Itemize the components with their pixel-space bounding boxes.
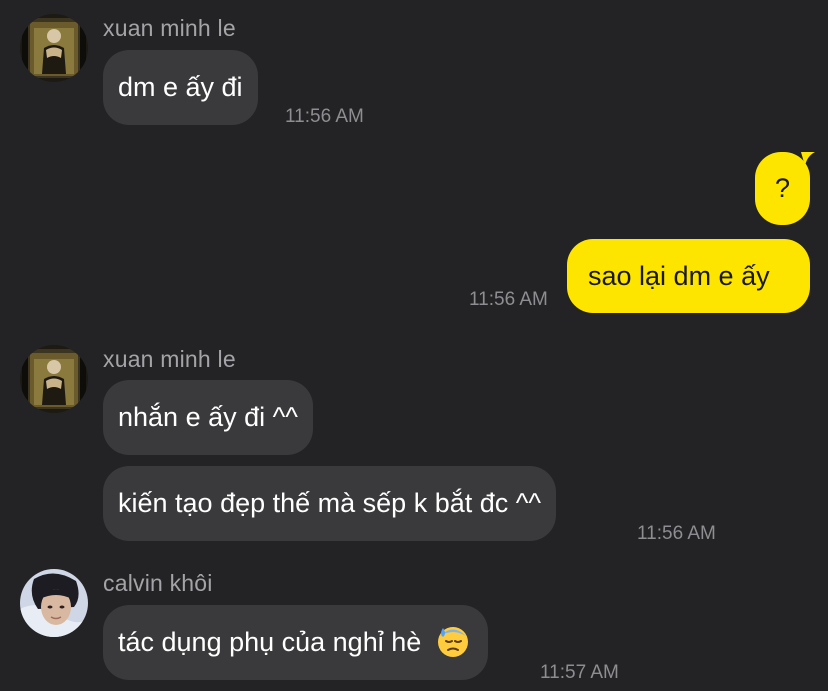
message-bubble[interactable]: tác dụng phụ của nghỉ hè [103,605,488,680]
downcast-face-with-sweat-emoji-icon [437,626,468,657]
user-photo-icon [20,569,88,637]
message-text: dm e ấy đi [118,72,243,102]
message-bubble[interactable]: nhắn e ấy đi ^^ [103,380,313,455]
message-text: sao lại dm e ấy [588,261,770,291]
avatar-xuan-minh-le[interactable] [20,14,88,82]
message-text: kiến tạo đẹp thế mà sếp k bắt đc ^^ [118,488,542,518]
message-text: ? [774,173,791,203]
user-photo-icon [20,345,88,413]
message-text: tác dụng phụ của nghỉ hè [118,627,422,657]
avatar-xuan-minh-le[interactable] [20,345,88,413]
avatar-calvin-khoi[interactable] [20,569,88,637]
message-bubble-outgoing[interactable]: ? [755,152,815,225]
bubble-tail-icon [801,152,815,166]
sender-name: calvin khôi [103,570,213,596]
message-timestamp: 11:56 AM [637,523,716,544]
message-bubble-outgoing[interactable]: sao lại dm e ấy [567,239,810,313]
sender-name: xuan minh le [103,346,236,372]
sender-name: xuan minh le [103,15,236,41]
message-bubble[interactable]: dm e ấy đi [103,50,258,125]
message-timestamp: 11:57 AM [540,662,619,683]
user-photo-icon [20,14,88,82]
message-timestamp: 11:56 AM [285,106,364,127]
message-bubble[interactable]: kiến tạo đẹp thế mà sếp k bắt đc ^^ [103,466,557,541]
message-timestamp: 11:56 AM [469,289,548,310]
message-text: nhắn e ấy đi ^^ [118,402,298,432]
